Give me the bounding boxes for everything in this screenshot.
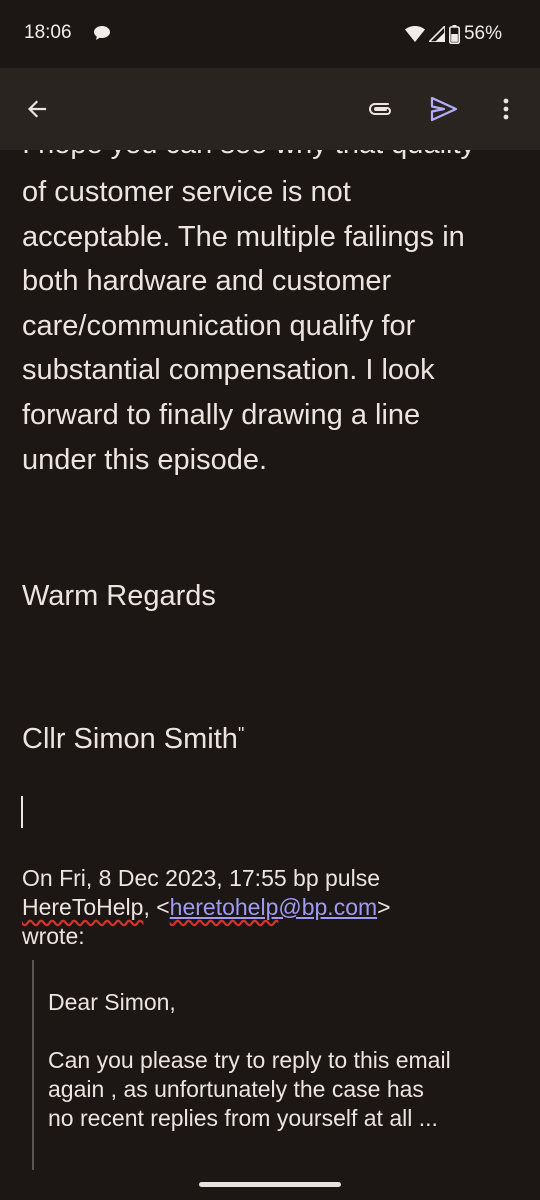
- signal-icon: [428, 26, 445, 42]
- paragraph-line: care/communication qualify for: [22, 309, 416, 342]
- back-button[interactable]: [17, 89, 57, 129]
- body-paragraph: of customer service is not acceptable. T…: [22, 170, 527, 482]
- quoted-line: again , as unfortunately the case has: [48, 1076, 424, 1102]
- quoted-header-line: On Fri, 8 Dec 2023, 17:55 bp pulse: [22, 865, 380, 891]
- more-vert-icon: [503, 98, 509, 120]
- home-gesture-handle[interactable]: [199, 1182, 341, 1187]
- sender-name: HereToHelp: [22, 894, 144, 920]
- text-cursor: [21, 796, 23, 828]
- sign-off: Warm Regards: [22, 580, 216, 612]
- battery-percent: 56%: [463, 23, 502, 44]
- quoted-reply-header: On Fri, 8 Dec 2023, 17:55 bp pulse HereT…: [22, 864, 391, 951]
- status-bar: 18:06 56%: [0, 0, 540, 68]
- email-domain: @bp.com: [278, 894, 378, 920]
- email-close-bracket: >: [377, 894, 391, 920]
- signature: Cllr Simon Smith": [22, 714, 244, 759]
- sender-email-link[interactable]: heretohelp@bp.com: [170, 894, 377, 920]
- status-time: 18:06: [24, 22, 72, 43]
- clipped-text-line: I hope you can see why that quality: [22, 150, 475, 166]
- compose-toolbar: [0, 68, 540, 150]
- status-indicators: 56%: [404, 22, 502, 46]
- paragraph-line: substantial compensation. I look: [22, 354, 435, 387]
- paragraph-line: acceptable. The multiple failings in: [22, 220, 465, 253]
- quoted-greeting: Dear Simon,: [48, 989, 176, 1015]
- back-arrow-icon: [27, 100, 47, 118]
- quoted-header-line: wrote:: [22, 923, 85, 949]
- battery-icon: [448, 24, 460, 44]
- more-options-button[interactable]: [486, 89, 526, 129]
- closing-quote-mark: ": [237, 724, 245, 744]
- email-open-bracket: , <: [143, 894, 170, 920]
- paragraph-line: of customer service is not: [22, 176, 351, 208]
- send-button[interactable]: [424, 89, 464, 129]
- quote-indent-bar: [32, 960, 34, 1170]
- paragraph-line: forward to finally drawing a line: [22, 398, 421, 431]
- quoted-line: no recent replies from yourself at all .…: [48, 1105, 438, 1131]
- gesture-nav-area: [0, 1170, 540, 1200]
- wifi-icon: [404, 26, 425, 42]
- quoted-header-line: HereToHelp, <heretohelp@bp.com>: [22, 893, 391, 922]
- email-user: heretohelp: [169, 894, 279, 920]
- chat-bubble-icon: [94, 26, 110, 40]
- attach-button[interactable]: [360, 89, 400, 129]
- signature-name: Cllr Simon Smith: [22, 723, 238, 755]
- paragraph-line: both hardware and customer: [22, 265, 392, 298]
- attach-icon: [368, 103, 392, 115]
- send-icon: [430, 96, 458, 122]
- message-body-editor[interactable]: I hope you can see why that quality of c…: [0, 150, 540, 1170]
- paragraph-line: under this episode.: [22, 443, 268, 476]
- quoted-message: Dear Simon, Can you please try to reply …: [48, 988, 528, 1133]
- quoted-line: Can you please try to reply to this emai…: [48, 1047, 451, 1073]
